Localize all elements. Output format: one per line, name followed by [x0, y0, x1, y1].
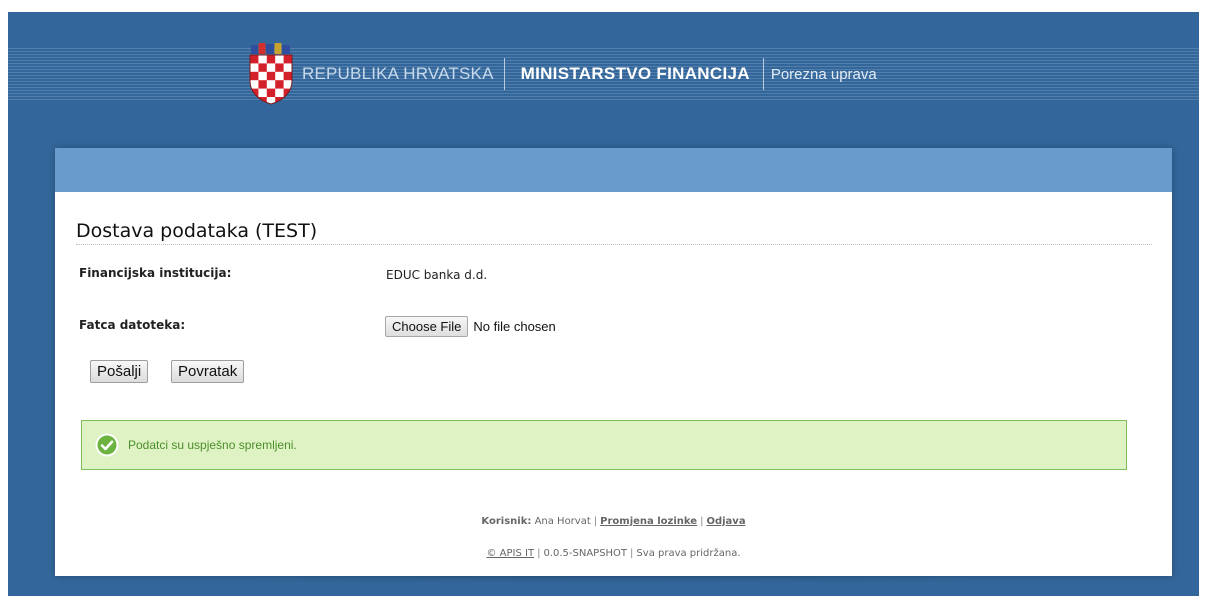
- file-label: Fatca datoteka:: [79, 318, 186, 332]
- file-input[interactable]: Choose File No file chosen: [385, 316, 556, 337]
- rights-text: Sva prava pridržana.: [636, 548, 741, 559]
- version-text: 0.0.5-SNAPSHOT: [543, 548, 628, 559]
- success-message: Podatci su uspješno spremljeni.: [81, 420, 1127, 470]
- header-republic: REPUBLIKA HRVATSKA: [302, 64, 494, 83]
- title-divider: [76, 244, 1152, 245]
- logout-link[interactable]: Odjava: [706, 516, 745, 527]
- back-button[interactable]: Povratak: [171, 360, 245, 383]
- panel-top-bar: [55, 148, 1172, 192]
- submit-button[interactable]: Pošalji: [90, 360, 149, 383]
- success-text: Podatci su uspješno spremljeni.: [128, 438, 297, 452]
- header-ministry: MINISTARSTVO FINANCIJA: [520, 64, 750, 83]
- header-separator: [762, 58, 764, 90]
- croatian-coat-of-arms-icon: [248, 43, 294, 105]
- copyright-link[interactable]: © APIS IT: [486, 548, 534, 559]
- header: REPUBLIKA HRVATSKA MINISTARSTVO FINANCIJ…: [248, 39, 877, 109]
- header-separator: [503, 58, 505, 90]
- footer-copyright-line: © APIS IT | 0.0.5-SNAPSHOT | Sva prava pridr…: [55, 548, 1172, 559]
- institution-value: EDUC banka d.d.: [386, 268, 488, 282]
- user-label: Korisnik:: [481, 516, 532, 527]
- header-department: Porezna uprava: [770, 65, 877, 83]
- institution-label: Financijska institucija:: [79, 266, 232, 280]
- user-name: Ana Horvat: [534, 516, 591, 527]
- separator: |: [593, 516, 598, 527]
- page-title: Dostava podataka (TEST): [76, 220, 318, 242]
- footer-user-line: Korisnik: Ana Horvat | Promjena lozinke | Od…: [55, 516, 1172, 527]
- file-status: No file chosen: [473, 319, 556, 334]
- checkmark-icon: [95, 433, 119, 457]
- choose-file-button[interactable]: Choose File: [385, 316, 469, 337]
- content-panel: Dostava podataka (TEST) Financijska inst…: [55, 148, 1172, 576]
- change-password-link[interactable]: Promjena lozinke: [600, 516, 697, 527]
